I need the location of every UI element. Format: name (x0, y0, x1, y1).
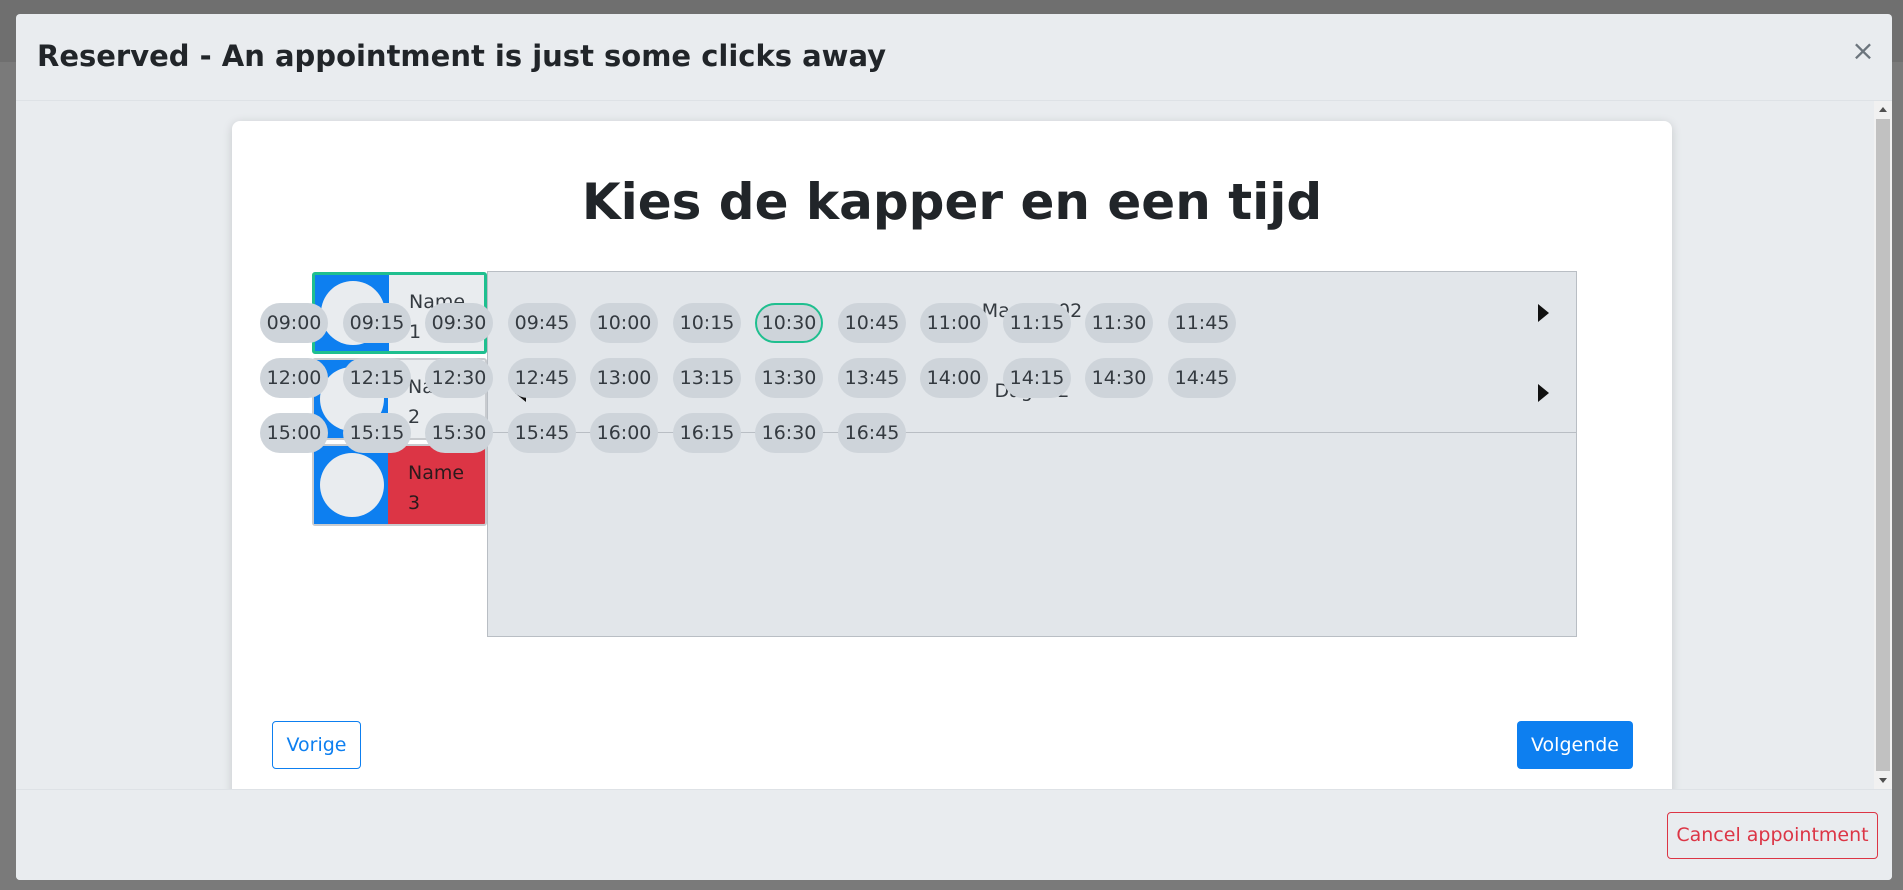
scrollbar[interactable] (1874, 101, 1892, 789)
time-slot-button[interactable]: 12:00 (260, 358, 328, 398)
next-day-icon[interactable] (1538, 384, 1549, 402)
time-slot-button[interactable]: 09:30 (425, 303, 493, 343)
time-slot-button[interactable]: 15:30 (425, 413, 493, 453)
time-slot-button[interactable]: 14:30 (1085, 358, 1153, 398)
time-slot-button[interactable]: 15:45 (508, 413, 576, 453)
card-title: Kies de kapper en een tijd (581, 173, 1323, 231)
time-slot-button[interactable]: 11:00 (920, 303, 988, 343)
time-slot-button[interactable]: 14:45 (1168, 358, 1236, 398)
time-slot-button[interactable]: 09:45 (508, 303, 576, 343)
time-slot-button[interactable]: 11:30 (1085, 303, 1153, 343)
time-slot-button[interactable]: 10:15 (673, 303, 741, 343)
modal-footer: Cancel appointment (16, 789, 1892, 880)
avatar-box (314, 446, 388, 524)
time-slot-button[interactable]: 13:30 (755, 358, 823, 398)
time-slot-button[interactable]: 09:00 (260, 303, 328, 343)
time-slot-button[interactable]: 13:45 (838, 358, 906, 398)
time-slot-button[interactable]: 11:15 (1003, 303, 1071, 343)
time-slot-button[interactable]: 16:15 (673, 413, 741, 453)
time-slot-button[interactable]: 13:15 (673, 358, 741, 398)
avatar (320, 453, 384, 517)
time-slot-button[interactable]: 16:00 (590, 413, 658, 453)
time-slot-button[interactable]: 13:00 (590, 358, 658, 398)
time-slot-button[interactable]: 15:15 (343, 413, 411, 453)
next-button[interactable]: Volgende (1517, 721, 1633, 769)
time-slot-button[interactable]: 12:15 (343, 358, 411, 398)
scroll-down-icon[interactable] (1879, 778, 1887, 783)
time-slot-button[interactable]: 16:30 (755, 413, 823, 453)
close-icon[interactable]: × (1848, 36, 1878, 66)
prev-button[interactable]: Vorige (272, 721, 361, 769)
modal-title: Reserved - An appointment is just some c… (37, 39, 887, 73)
time-slot-button[interactable]: 10:45 (838, 303, 906, 343)
modal-header: Reserved - An appointment is just some c… (16, 14, 1892, 101)
cancel-appointment-button[interactable]: Cancel appointment (1667, 812, 1878, 859)
time-slot-button[interactable]: 10:00 (590, 303, 658, 343)
time-slot-button[interactable]: 16:45 (838, 413, 906, 453)
appointment-modal: Reserved - An appointment is just some c… (16, 14, 1892, 880)
scroll-up-icon[interactable] (1879, 107, 1887, 112)
time-slot-button[interactable]: 15:00 (260, 413, 328, 453)
time-slot-button[interactable]: 10:30 (755, 303, 823, 343)
barber-option-3[interactable]: Name 3 (312, 444, 487, 526)
time-slot-button[interactable]: 14:15 (1003, 358, 1071, 398)
time-slot-button[interactable]: 14:00 (920, 358, 988, 398)
next-month-icon[interactable] (1538, 304, 1549, 322)
time-slot-button[interactable]: 09:15 (343, 303, 411, 343)
time-slot-button[interactable]: 11:45 (1168, 303, 1236, 343)
booking-card: Kies de kapper en een tijd Name 1 Name 2 (232, 121, 1672, 789)
modal-body: Kies de kapper en een tijd Name 1 Name 2 (16, 101, 1892, 789)
barber-name: Name 3 (408, 462, 465, 514)
time-slot-button[interactable]: 12:30 (425, 358, 493, 398)
scroll-thumb[interactable] (1876, 119, 1890, 771)
time-slot-button[interactable]: 12:45 (508, 358, 576, 398)
